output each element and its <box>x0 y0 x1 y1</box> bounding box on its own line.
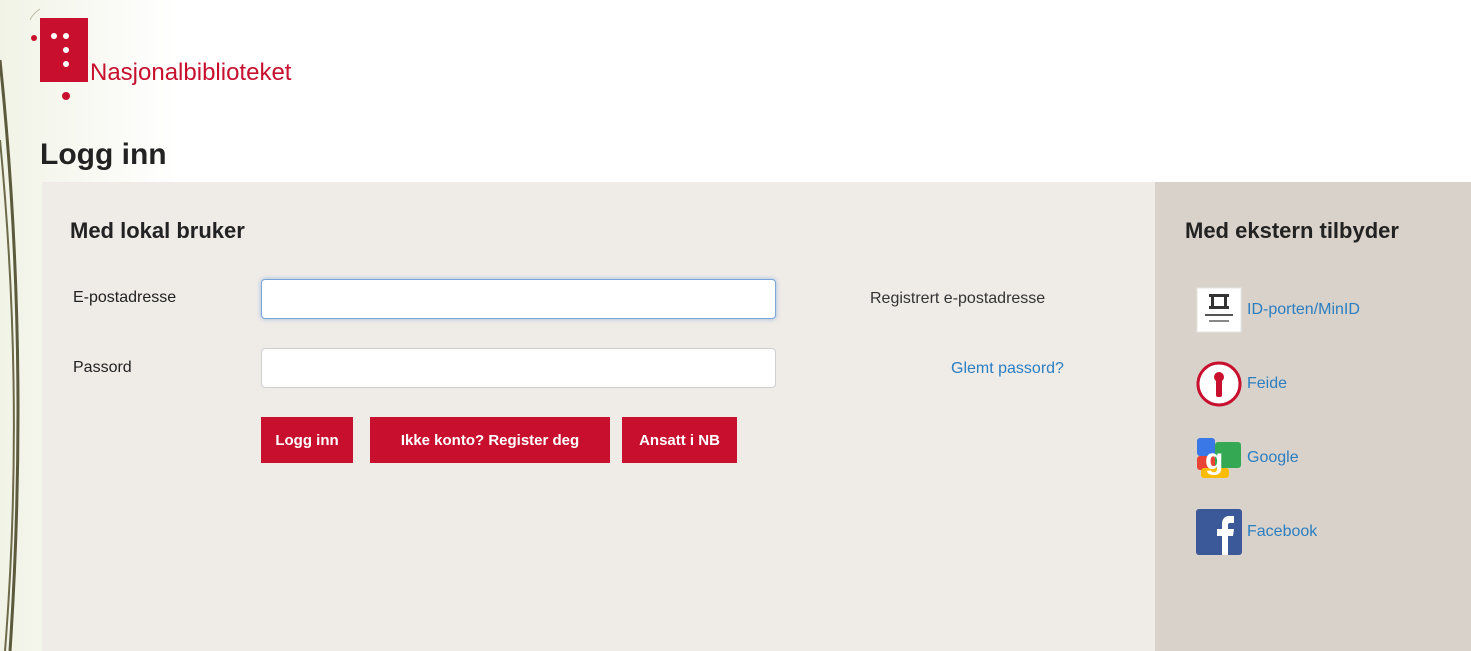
external-login-title: Med ekstern tilbyder <box>1185 218 1399 243</box>
external-login-panel: Med ekstern tilbyder ID-porten/MinID Fei… <box>1155 182 1471 651</box>
register-button[interactable]: Ikke konto? Register deg <box>370 417 610 463</box>
provider-google[interactable]: g Google <box>1195 434 1299 482</box>
local-login-title: Med lokal bruker <box>70 218 245 243</box>
email-label: E-postadresse <box>73 289 177 306</box>
feide-icon <box>1196 361 1242 407</box>
provider-google-label: Google <box>1247 449 1299 466</box>
email-hint: Registrert e-postadresse <box>870 290 1046 307</box>
logo-text: Nasjonalbiblioteket <box>90 59 292 86</box>
facebook-icon <box>1196 509 1242 555</box>
local-login-panel: Med lokal bruker E-postadresse Registrer… <box>42 182 1155 651</box>
provider-facebook-label: Facebook <box>1247 523 1318 540</box>
provider-facebook[interactable]: Facebook <box>1195 508 1317 556</box>
google-icon: g <box>1197 438 1241 478</box>
idporten-icon <box>1196 287 1242 333</box>
email-input[interactable] <box>261 279 776 319</box>
svg-text:g: g <box>1205 443 1223 476</box>
logo[interactable] <box>30 18 88 104</box>
provider-idporten[interactable]: ID-porten/MinID <box>1195 286 1360 334</box>
employee-login-button[interactable]: Ansatt i NB <box>622 417 737 463</box>
logo-mark-icon <box>31 18 88 100</box>
password-label: Passord <box>73 359 132 376</box>
login-button[interactable]: Logg inn <box>261 417 353 463</box>
password-input[interactable] <box>261 348 776 388</box>
forgot-password-link[interactable]: Glemt passord? <box>951 360 1064 378</box>
provider-feide-label: Feide <box>1247 375 1288 392</box>
provider-feide[interactable]: Feide <box>1195 360 1287 408</box>
provider-idporten-label: ID-porten/MinID <box>1247 301 1360 318</box>
page-title: Logg inn <box>40 138 167 171</box>
